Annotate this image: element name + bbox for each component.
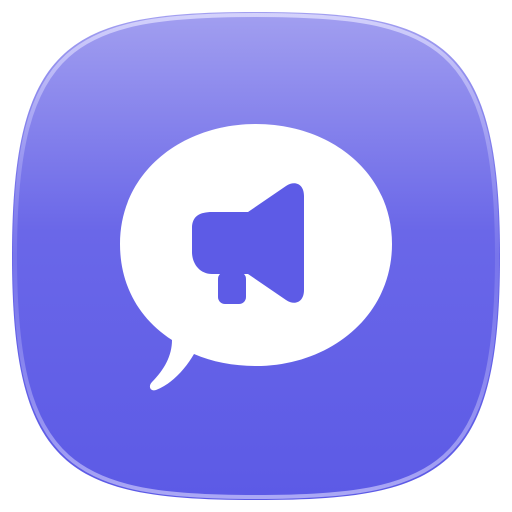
announcement-app-icon[interactable]	[0, 0, 512, 512]
app-icon-canvas	[0, 0, 512, 512]
